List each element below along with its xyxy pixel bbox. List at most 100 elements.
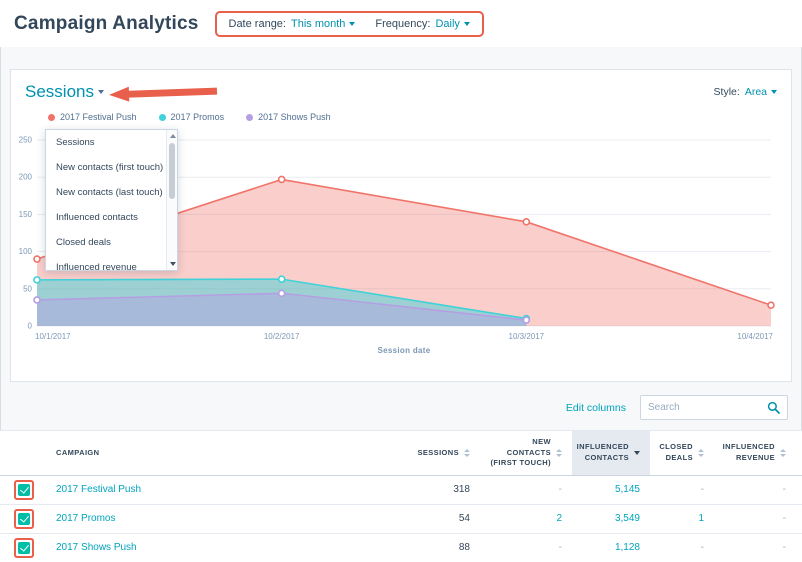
campaign-link[interactable]: 2017 Shows Push — [56, 542, 137, 553]
column-header-label: SESSIONS — [417, 448, 459, 459]
frequency-select[interactable]: Daily — [435, 18, 469, 30]
metric-cell: - — [480, 475, 572, 504]
table-row: 2017 Promos 54 2 3,549 1- — [0, 504, 802, 533]
campaign-cell: 2017 Festival Push — [46, 475, 362, 504]
svg-text:150: 150 — [19, 210, 33, 219]
metric-value: - — [559, 542, 562, 553]
date-range-select[interactable]: This month — [291, 18, 355, 30]
metric-cell: 2 — [480, 504, 572, 533]
campaign-link[interactable]: 2017 Festival Push — [56, 484, 141, 495]
metric-cell: 54 — [362, 504, 480, 533]
style-label: Style: — [714, 86, 740, 98]
sessions-chart-card: Sessions Style: Area 2017 Festival Push2… — [10, 69, 792, 382]
sort-arrows-icon — [698, 449, 704, 457]
metric-dropdown-option[interactable]: Sessions — [46, 130, 166, 155]
search-box — [640, 395, 788, 420]
search-icon[interactable] — [767, 401, 780, 414]
metric-dropdown-option[interactable]: New contacts (first touch) — [46, 155, 166, 180]
legend-dot-icon — [246, 114, 253, 121]
legend-label: 2017 Promos — [171, 112, 225, 122]
campaign-table: CAMPAIGN SESSIONS NEW CONTACTS (FIRST TOUC… — [0, 430, 802, 562]
style-value-select[interactable]: Area — [745, 86, 777, 98]
row-checkbox[interactable] — [18, 484, 30, 496]
campaign-cell: 2017 Promos — [46, 504, 362, 533]
sort-arrows-icon — [780, 449, 786, 457]
column-header-label: CAMPAIGN — [56, 448, 99, 459]
legend-item[interactable]: 2017 Shows Push — [246, 112, 331, 122]
legend-label: 2017 Festival Push — [60, 112, 137, 122]
metric-value: - — [559, 484, 562, 495]
page-header: Campaign Analytics Date range: This mont… — [0, 0, 802, 47]
metric-dropdown-list: SessionsNew contacts (first touch)New co… — [46, 130, 166, 271]
search-input[interactable] — [648, 402, 767, 413]
frequency-filter: Frequency: Daily — [375, 18, 469, 30]
legend-item[interactable]: 2017 Festival Push — [48, 112, 137, 122]
svg-text:200: 200 — [19, 173, 33, 182]
chart-legend: 2017 Festival Push 2017 Promos 2017 Shows … — [48, 112, 777, 122]
metric-value-link[interactable]: 5,145 — [615, 484, 640, 495]
table-header-row: CAMPAIGN SESSIONS NEW CONTACTS (FIRST TOUC… — [0, 431, 802, 476]
metric-dropdown-option[interactable]: Influenced contacts — [46, 205, 166, 230]
svg-text:10/4/2017: 10/4/2017 — [737, 332, 773, 341]
scrollbar-thumb[interactable] — [169, 143, 175, 199]
scroll-down-icon[interactable] — [170, 262, 176, 266]
metric-value: 318 — [453, 484, 470, 495]
metric-cell: - — [714, 504, 802, 533]
column-header-closed-deals[interactable]: CLOSED DEALS — [650, 431, 714, 476]
column-header-campaign[interactable]: CAMPAIGN — [46, 431, 362, 476]
svg-text:250: 250 — [19, 136, 33, 145]
metric-value: 88 — [459, 542, 470, 553]
metric-dropdown-option[interactable]: Closed deals — [46, 230, 166, 255]
column-header-label: NEW CONTACTS (FIRST TOUCH) — [490, 437, 551, 469]
metric-value-link[interactable]: 1,128 — [615, 542, 640, 553]
column-header-influenced-revenue[interactable]: INFLUENCED REVENUE — [714, 431, 802, 476]
metric-cell: - — [650, 533, 714, 562]
metric-value-link[interactable]: 2 — [556, 513, 562, 524]
metric-value-link[interactable]: 3,549 — [615, 513, 640, 524]
edit-columns-link[interactable]: Edit columns — [566, 402, 626, 414]
page-title: Campaign Analytics — [14, 13, 199, 35]
table-row: 2017 Shows Push 88 - 1,128 - - — [0, 533, 802, 562]
legend-label: 2017 Shows Push — [258, 112, 331, 122]
checkbox-cell — [0, 504, 46, 533]
metric-value: - — [701, 484, 704, 495]
metric-dropdown-option[interactable]: Influenced revenue — [46, 255, 166, 271]
legend-dot-icon — [48, 114, 55, 121]
metric-cell: - — [480, 533, 572, 562]
sort-arrows-icon — [464, 449, 470, 457]
svg-text:0: 0 — [28, 322, 33, 331]
checkbox-cell — [0, 533, 46, 562]
metric-dropdown-option[interactable]: New contacts (last touch) — [46, 180, 166, 205]
sort-desc-icon — [634, 451, 640, 455]
legend-item[interactable]: 2017 Promos — [159, 112, 225, 122]
column-header-new-contacts-first-touch[interactable]: NEW CONTACTS (FIRST TOUCH) — [480, 431, 572, 476]
dropdown-scrollbar[interactable] — [166, 130, 177, 270]
metric-value: - — [783, 542, 786, 553]
metric-value-link[interactable]: 1 — [698, 513, 704, 524]
svg-text:10/2/2017: 10/2/2017 — [264, 332, 300, 341]
column-header-label: INFLUENCED CONTACTS — [577, 442, 629, 463]
chevron-down-icon — [464, 22, 470, 26]
chart-metric-select[interactable]: Sessions — [25, 82, 104, 102]
svg-text:50: 50 — [23, 284, 32, 293]
sort-arrows-icon — [556, 449, 562, 457]
frequency-value: Daily — [435, 18, 459, 30]
svg-text:Session date: Session date — [378, 346, 431, 355]
table-row: 2017 Festival Push318-5,145-- — [0, 475, 802, 504]
checkbox-highlight-annotation — [14, 509, 34, 529]
chart-metric-label: Sessions — [25, 82, 94, 102]
campaign-link[interactable]: 2017 Promos — [56, 513, 115, 524]
row-checkbox[interactable] — [18, 513, 30, 525]
column-header-influenced-contacts[interactable]: INFLUENCED CONTACTS — [572, 431, 650, 476]
metric-dropdown: SessionsNew contacts (first touch)New co… — [45, 129, 178, 271]
metric-value: - — [701, 542, 704, 553]
checkbox-cell — [0, 475, 46, 504]
style-value: Area — [745, 86, 767, 98]
metric-cell: 318 — [362, 475, 480, 504]
metric-cell: 5,145 — [572, 475, 650, 504]
metric-cell: 1,128 — [572, 533, 650, 562]
column-header-sessions[interactable]: SESSIONS — [362, 431, 480, 476]
svg-text:100: 100 — [19, 247, 33, 256]
legend-dot-icon — [159, 114, 166, 121]
scroll-up-icon[interactable] — [170, 134, 176, 138]
